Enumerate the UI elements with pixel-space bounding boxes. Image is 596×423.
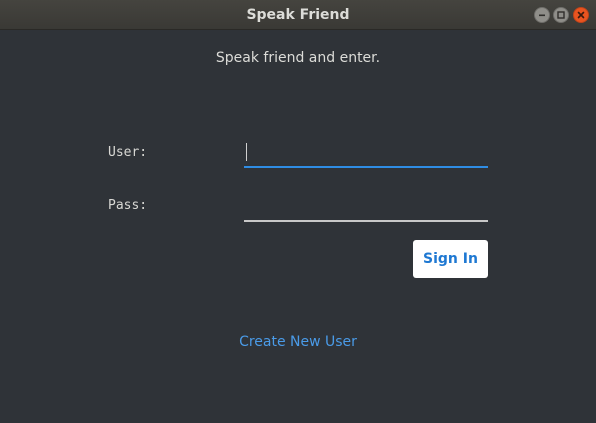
sign-in-button[interactable]: Sign In <box>413 240 488 278</box>
user-label: User: <box>108 145 148 160</box>
maximize-button[interactable] <box>553 7 569 23</box>
app-window: Speak Friend Speak friend and enter. Use… <box>0 0 596 423</box>
maximize-icon <box>557 11 565 19</box>
window-title: Speak Friend <box>246 7 350 23</box>
login-panel: Speak friend and enter. User: Pass: Sign… <box>0 30 596 423</box>
text-caret <box>246 143 247 161</box>
minimize-button[interactable] <box>534 7 550 23</box>
minimize-icon <box>539 14 545 17</box>
pass-label: Pass: <box>108 198 148 213</box>
close-button[interactable] <box>573 7 589 23</box>
close-icon <box>577 11 585 19</box>
prompt-text: Speak friend and enter. <box>215 50 381 66</box>
pass-input[interactable] <box>244 196 488 222</box>
title-bar[interactable]: Speak Friend <box>0 0 596 30</box>
user-input[interactable] <box>244 142 488 168</box>
create-new-user-link[interactable]: Create New User <box>0 334 596 350</box>
